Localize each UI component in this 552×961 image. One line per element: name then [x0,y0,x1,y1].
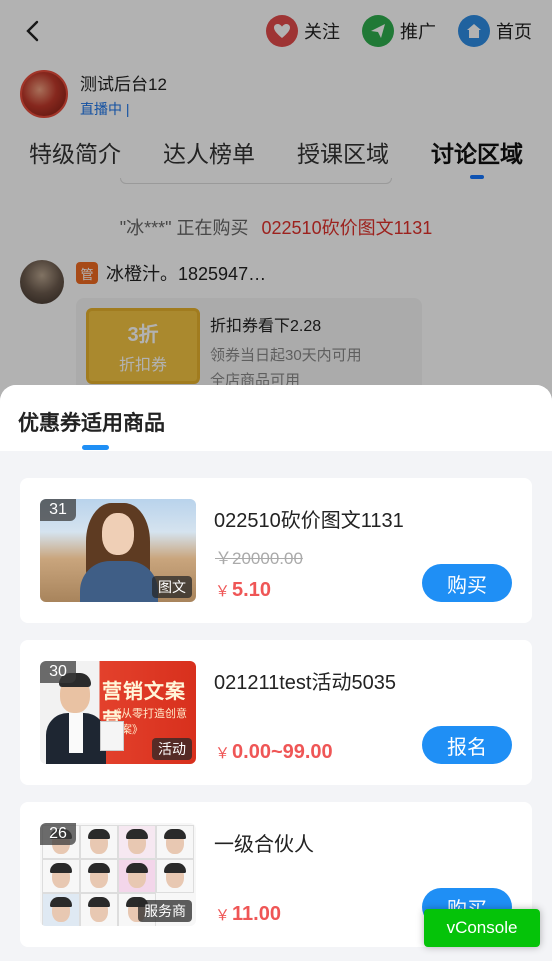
product-price: ￥ 11.00 [215,903,281,926]
thumbnail-art [69,713,83,753]
product-title: 一级合伙人 [214,834,314,856]
price-value: 11.00 [232,903,281,925]
signup-button[interactable]: 报名 [422,726,512,764]
thumbnail-art [102,513,134,555]
currency-symbol: ￥ [215,745,231,762]
thumbnail-art [156,825,194,859]
thumbnail-art [164,829,186,839]
sheet-title: 优惠券适用商品 [18,412,165,435]
thumbnail-art [42,893,80,926]
coupon-products-sheet: 优惠券适用商品 31 图文 022510砍价图文1131 ￥20000.00 ￥… [0,385,552,961]
thumbnail-art [50,863,72,873]
product-count-badge: 31 [40,499,76,521]
product-card[interactable]: 营销文案营 《从零打造创意文案》 30 活动 021211test活动5035 … [20,640,532,785]
product-type-badge: 图文 [152,576,192,598]
thumbnail-art [156,859,194,893]
currency-symbol: ￥ [215,907,231,924]
thumbnail-art [126,829,148,839]
thumbnail-art [88,829,110,839]
thumbnail-art [42,859,80,893]
product-title: 022510砍价图文1131 [214,510,404,532]
thumbnail-art [80,825,118,859]
product-thumbnail: 营销文案营 《从零打造创意文案》 30 活动 [40,661,196,764]
sheet-header: 优惠券适用商品 [0,385,552,451]
product-list: 31 图文 022510砍价图文1131 ￥20000.00 ￥ 5.10 购买 … [0,451,552,947]
product-price: ￥ 0.00~99.00 [215,741,333,764]
thumbnail-art [50,897,72,907]
vconsole-button[interactable]: vConsole [424,909,540,947]
thumbnail-art [126,863,148,873]
thumbnail-art [80,893,118,926]
product-card[interactable]: 31 图文 022510砍价图文1131 ￥20000.00 ￥ 5.10 购买 [20,478,532,623]
thumbnail-art [118,825,156,859]
currency-symbol: ￥ [215,583,231,600]
product-price: ￥ 5.10 [215,579,271,602]
thumbnail-art [88,863,110,873]
product-type-badge: 服务商 [138,900,192,922]
tab-indicator [82,445,109,450]
thumbnail-art [164,863,186,873]
product-count-badge: 30 [40,661,76,683]
product-thumbnail: 26 服务商 [40,823,196,926]
product-title: 021211test活动5035 [214,672,396,694]
thumbnail-art [100,721,124,751]
price-value: 5.10 [232,579,271,601]
thumbnail-art [80,859,118,893]
product-original-price: ￥20000.00 [215,549,303,568]
price-value: 0.00~99.00 [232,741,333,763]
buy-button[interactable]: 购买 [422,564,512,602]
thumbnail-art [118,859,156,893]
product-thumbnail: 31 图文 [40,499,196,602]
product-type-badge: 活动 [152,738,192,760]
product-count-badge: 26 [40,823,76,845]
thumbnail-art [88,897,110,907]
thumbnail-art [80,561,158,602]
